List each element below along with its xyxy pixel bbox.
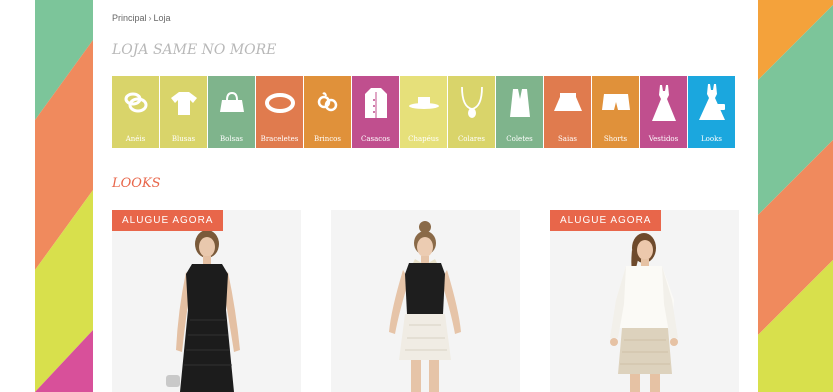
category-label: Bolsas: [220, 135, 243, 143]
look-card-1[interactable]: ALUGUE AGORA: [112, 210, 301, 392]
rent-now-badge[interactable]: ALUGUE AGORA: [112, 210, 224, 231]
necklace-icon: [448, 76, 495, 130]
category-aneis[interactable]: Anéis: [112, 76, 159, 148]
category-label: Colares: [457, 135, 486, 143]
hat-icon: [400, 76, 447, 130]
category-chapeus[interactable]: Chapéus: [400, 76, 447, 148]
dress-icon: [640, 76, 687, 130]
category-shorts[interactable]: Shorts: [592, 76, 639, 148]
category-bar: Anéis Blusas Bolsas Braceletes Brincos Casaco…: [112, 76, 735, 148]
category-label: Vestidos: [648, 135, 679, 143]
category-casacos[interactable]: Casacos: [352, 76, 399, 148]
look-black-dress-image: [112, 210, 301, 392]
breadcrumb-separator: ›: [148, 13, 152, 23]
left-decorative-stripes: [35, 0, 93, 392]
bracelet-icon: [256, 76, 303, 130]
category-label: Looks: [701, 135, 722, 143]
look-card-2[interactable]: [331, 210, 520, 392]
coat-icon: [352, 76, 399, 130]
category-label: Blusas: [171, 135, 196, 143]
skirt-icon: [544, 76, 591, 130]
look-white-shirt-skirt-image: [550, 210, 739, 392]
breadcrumb: Principal › Loja: [112, 13, 171, 23]
category-label: Anéis: [125, 135, 146, 143]
category-brincos[interactable]: Brincos: [304, 76, 351, 148]
breadcrumb-current: Loja: [153, 13, 171, 23]
rent-now-badge[interactable]: ALUGUE AGORA: [550, 210, 662, 231]
category-blusas[interactable]: Blusas: [160, 76, 207, 148]
look-card-3[interactable]: ALUGUE AGORA: [550, 210, 739, 392]
category-coletes[interactable]: Coletes: [496, 76, 543, 148]
look-black-top-fur-skirt-image: [331, 210, 520, 392]
ring-icon: [112, 76, 159, 130]
category-label: Casacos: [360, 135, 391, 143]
category-looks[interactable]: Looks: [688, 76, 735, 148]
page: Principal › Loja LOJA SAME NO MORE Anéis Bl…: [0, 0, 833, 392]
looks-title: LOOKS: [112, 176, 161, 191]
main-content: Principal › Loja LOJA SAME NO MORE Anéis Bl…: [93, 0, 758, 392]
vest-icon: [496, 76, 543, 130]
category-label: Chapéus: [408, 135, 439, 143]
category-colares[interactable]: Colares: [448, 76, 495, 148]
bag-icon: [208, 76, 255, 130]
look-dress-icon: [688, 76, 735, 130]
shorts-icon: [592, 76, 639, 130]
category-label: Coletes: [506, 135, 533, 143]
blouse-icon: [160, 76, 207, 130]
category-vestidos[interactable]: Vestidos: [640, 76, 687, 148]
category-label: Saias: [558, 135, 577, 143]
category-label: Shorts: [603, 135, 628, 143]
category-label: Brincos: [314, 135, 341, 143]
category-bolsas[interactable]: Bolsas: [208, 76, 255, 148]
category-label: Braceletes: [260, 135, 299, 143]
category-saias[interactable]: Saias: [544, 76, 591, 148]
breadcrumb-home-link[interactable]: Principal: [112, 13, 147, 23]
earrings-icon: [304, 76, 351, 130]
shop-title: LOJA SAME NO MORE: [112, 42, 277, 58]
category-braceletes[interactable]: Braceletes: [256, 76, 303, 148]
right-decorative-stripes: [758, 0, 833, 392]
